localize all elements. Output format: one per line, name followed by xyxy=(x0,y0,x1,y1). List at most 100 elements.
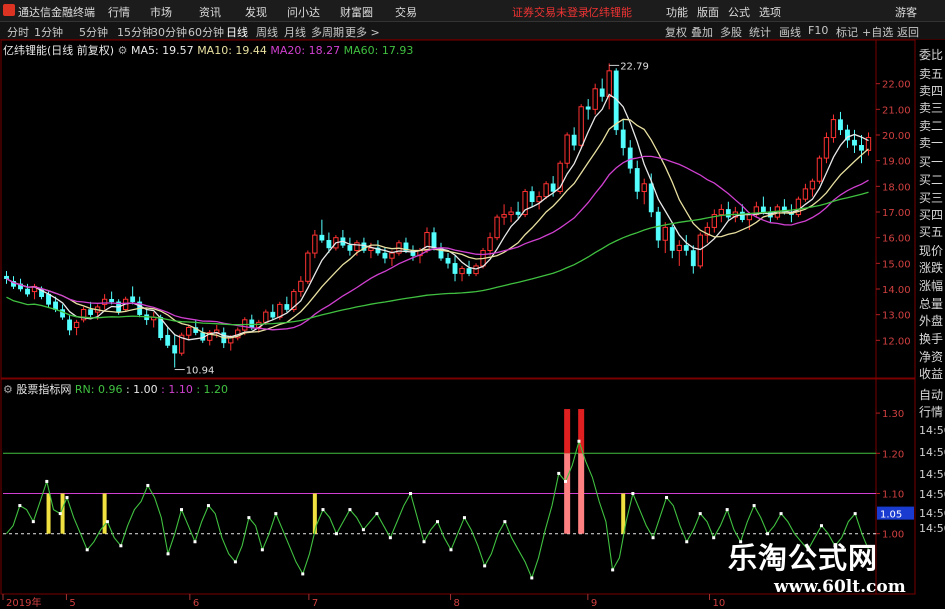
candle-body xyxy=(746,214,753,221)
candle xyxy=(711,209,717,233)
candle xyxy=(207,330,213,346)
rp-sell1[interactable]: 卖一 xyxy=(919,134,943,151)
candle xyxy=(452,255,458,282)
ma20-line xyxy=(6,155,869,331)
candle-body xyxy=(627,147,633,169)
candle xyxy=(634,160,640,200)
candle-body xyxy=(228,337,234,344)
watermark-url: www.60lt.com xyxy=(774,577,906,597)
candle xyxy=(718,204,724,223)
candle-body xyxy=(445,257,451,264)
candle-body xyxy=(676,244,682,252)
candle xyxy=(802,183,809,202)
rn-pivot-dot xyxy=(274,512,278,516)
candle-body xyxy=(760,206,766,213)
rp-buy4[interactable]: 买四 xyxy=(919,206,943,223)
candle-body xyxy=(494,216,500,239)
candle-body xyxy=(473,265,479,275)
candle-body xyxy=(67,319,72,331)
candle-body xyxy=(109,299,115,303)
rp-price[interactable]: 现价 xyxy=(919,242,943,259)
rp-sell5[interactable]: 卖五 xyxy=(919,65,943,82)
candle xyxy=(88,301,94,318)
rn-pivot-dot xyxy=(348,508,352,512)
candle xyxy=(151,312,157,328)
rn-pivot-dot xyxy=(180,508,184,512)
candle xyxy=(101,294,108,310)
date-label: 2019年 xyxy=(6,596,41,609)
candle-body xyxy=(501,214,507,218)
rp-buy1[interactable]: 买一 xyxy=(919,153,943,170)
signal-strong-bar xyxy=(564,453,571,534)
candle xyxy=(508,206,514,223)
candle xyxy=(690,245,696,274)
rp-sell4[interactable]: 卖四 xyxy=(919,82,943,99)
rp-volume[interactable]: 总量 xyxy=(919,295,943,312)
chart-canvas[interactable]: 12.00 13.00 14.00 15.00 16.00 17.00 18.00 19.00… xyxy=(0,0,945,609)
rp-net-assets[interactable]: 净资 xyxy=(919,348,943,365)
candle-body xyxy=(669,227,675,251)
quote-side-panel: 委比 卖五 卖四 卖三 卖二 卖一 买一 买二 买三 买四 买五 现价 涨跌 涨… xyxy=(917,40,945,382)
rp-buy2[interactable]: 买二 xyxy=(919,171,943,188)
rp-sell2[interactable]: 卖二 xyxy=(919,117,943,134)
candle xyxy=(31,283,38,300)
rp-sell3[interactable]: 卖三 xyxy=(919,99,943,116)
candle xyxy=(669,224,675,259)
rp-change-pct[interactable]: 涨幅 xyxy=(919,277,943,294)
date-label: 6 xyxy=(193,598,199,609)
rp-earnings[interactable]: 收益 xyxy=(919,365,943,382)
candle-body xyxy=(578,106,584,146)
candle-body xyxy=(585,106,591,110)
rn-pivot-dot xyxy=(193,540,197,544)
candle-body xyxy=(802,188,809,200)
price-tick-label: 12.00 xyxy=(882,336,911,347)
indicator-tick-label: 1.20 xyxy=(882,449,904,460)
rn-pivot-dot xyxy=(119,544,123,548)
candle xyxy=(284,296,290,313)
rp-quotes[interactable]: 行情 xyxy=(919,403,943,420)
rn-pivot-dot xyxy=(31,520,35,524)
candle xyxy=(165,327,171,349)
price-axis: 12.00 13.00 14.00 15.00 16.00 17.00 18.00 19.00… xyxy=(876,80,911,347)
rn-pivot-dot xyxy=(146,483,150,487)
rp-buy5[interactable]: 买五 xyxy=(919,223,943,240)
candle-body xyxy=(690,250,696,267)
candle xyxy=(487,232,493,256)
rn-pivot-dot xyxy=(58,512,62,516)
watermark-title: 乐淘公式网 xyxy=(728,541,879,575)
rn-pivot-dot xyxy=(388,536,392,540)
candle-body xyxy=(683,245,689,251)
rp-auto[interactable]: 自动 xyxy=(919,386,943,403)
candle-body xyxy=(830,119,837,139)
rn-pivot-dot xyxy=(779,512,783,516)
candle-body xyxy=(354,242,360,252)
indicator-tick-label: 1.10 xyxy=(882,490,904,501)
rp-change[interactable]: 涨跌 xyxy=(919,259,943,276)
candle xyxy=(536,191,542,210)
candle-body xyxy=(459,267,465,275)
date-label: 8 xyxy=(454,598,460,609)
candle xyxy=(179,332,185,356)
rp-outer[interactable]: 外盘 xyxy=(919,312,943,329)
candle-body xyxy=(529,191,535,202)
candle xyxy=(599,78,605,102)
candle-body xyxy=(389,252,395,259)
candle-body xyxy=(641,183,647,192)
rp-time-3: 14:50 xyxy=(919,468,945,481)
candle xyxy=(473,263,479,277)
rp-weibi[interactable]: 委比 xyxy=(919,46,943,63)
rn-pivot-dot xyxy=(409,492,413,495)
rn-pivot-dot xyxy=(247,516,251,520)
candle xyxy=(501,204,507,225)
candle-body xyxy=(823,137,830,159)
candle xyxy=(683,235,689,256)
price-tick-label: 14.00 xyxy=(882,285,911,296)
candle-body xyxy=(648,183,654,213)
candle-body xyxy=(312,234,318,254)
rp-turnover[interactable]: 换手 xyxy=(919,330,943,347)
price-tick-label: 20.00 xyxy=(882,131,911,142)
candle-body xyxy=(4,275,9,279)
rp-buy3[interactable]: 买三 xyxy=(919,189,943,206)
rn-pivot-dot xyxy=(18,504,22,508)
candle-body xyxy=(838,119,843,131)
